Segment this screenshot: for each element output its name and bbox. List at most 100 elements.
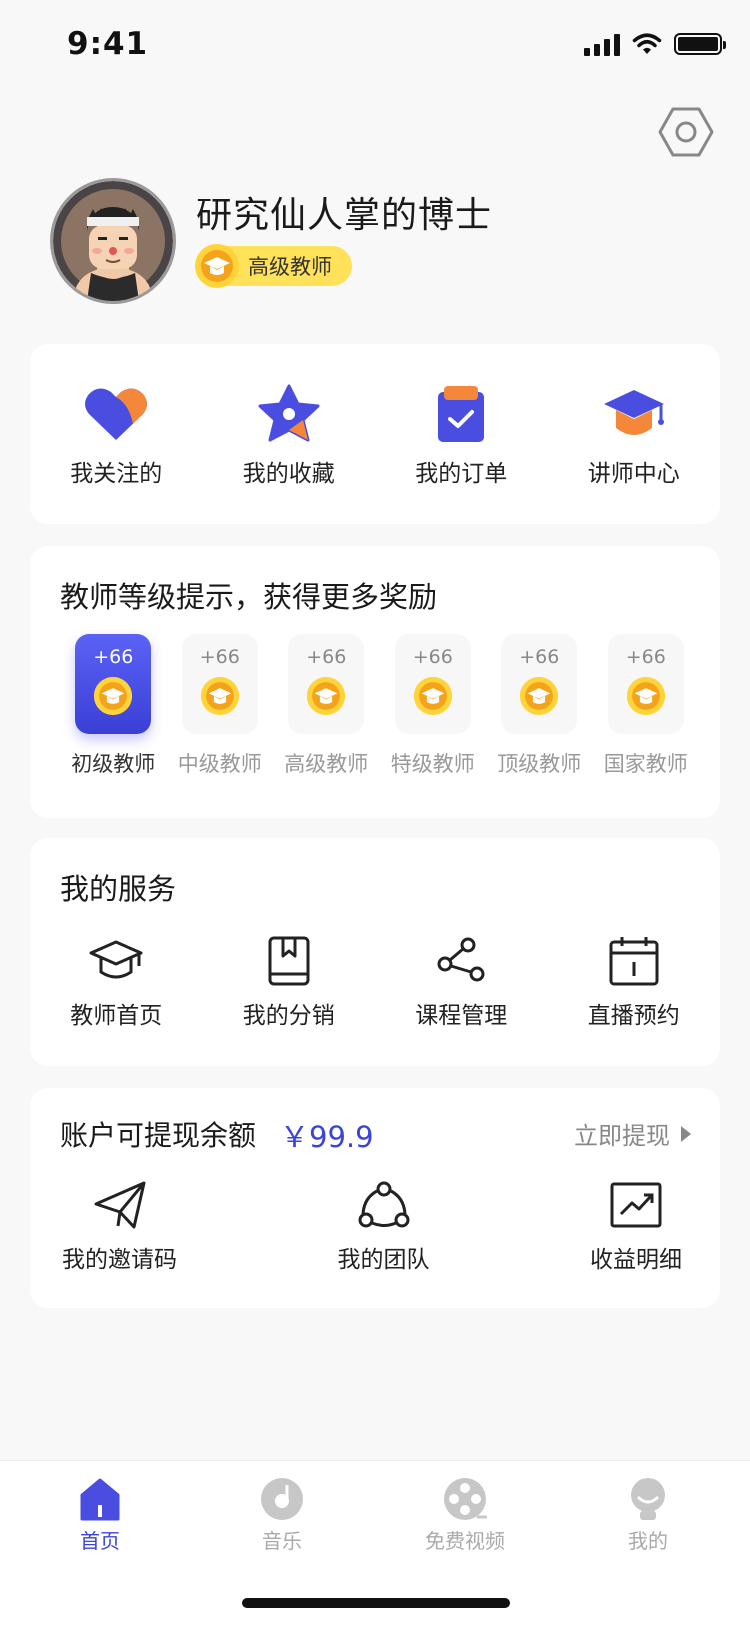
level-item[interactable]: +66 特级教师 xyxy=(380,634,487,778)
service-label: 课程管理 xyxy=(415,1003,508,1029)
teacher-level-badge[interactable]: 高级教师 xyxy=(195,244,352,288)
balance-amount: ￥99.9 xyxy=(280,1120,374,1154)
level-item[interactable]: +66 中级教师 xyxy=(167,634,274,778)
username: 研究仙人掌的博士 xyxy=(196,195,493,236)
film-reel-icon xyxy=(444,1478,487,1520)
trend-chart-icon xyxy=(610,1182,662,1228)
quick-item-favorites[interactable]: 我的收藏 xyxy=(203,384,376,488)
service-distribution[interactable]: 我的分销 xyxy=(203,936,376,1030)
coin-graduation-icon xyxy=(94,676,133,716)
quick-item-lecturer-center[interactable]: 讲师中心 xyxy=(548,384,721,488)
level-name: 中级教师 xyxy=(177,752,262,776)
tab-label: 免费视频 xyxy=(425,1529,505,1553)
account-invite-code[interactable]: 我的邀请码 xyxy=(62,1180,177,1274)
levels-title: 教师等级提示，获得更多奖励 xyxy=(60,580,438,614)
quick-actions-card: 我关注的 我的收藏 我的订单 讲师中心 xyxy=(30,344,720,524)
service-live-booking[interactable]: 直播预约 xyxy=(548,936,721,1030)
coin-graduation-icon xyxy=(307,676,346,716)
mortarboard-outline-icon xyxy=(89,940,143,979)
coin-graduation-icon xyxy=(413,676,452,716)
share-nodes-icon xyxy=(437,937,485,982)
status-time: 9:41 xyxy=(67,26,149,62)
quick-item-label: 我关注的 xyxy=(70,461,163,487)
quick-item-label: 我的订单 xyxy=(415,461,508,487)
home-indicator xyxy=(242,1598,510,1608)
level-box: +66 xyxy=(607,634,684,734)
coin-graduation-icon xyxy=(195,244,239,288)
level-name: 顶级教师 xyxy=(497,752,582,776)
level-bonus: +66 xyxy=(306,646,347,668)
services-title: 我的服务 xyxy=(60,872,177,906)
withdraw-button[interactable]: 立即提现 xyxy=(574,1116,692,1151)
service-label: 教师首页 xyxy=(70,1003,163,1029)
tab-label: 音乐 xyxy=(262,1529,302,1553)
tab-home[interactable]: 首页 xyxy=(40,1477,160,1554)
avatar-illustration xyxy=(53,181,173,301)
music-disc-icon xyxy=(261,1478,303,1520)
teacher-levels-card: 教师等级提示，获得更多奖励 +66 初级教师 +66 中级教师 +66 高级教师… xyxy=(30,546,720,818)
quick-item-following[interactable]: 我关注的 xyxy=(30,384,203,488)
coin-graduation-icon xyxy=(626,676,665,716)
level-box: +66 xyxy=(75,634,152,734)
account-my-team[interactable]: 我的团队 xyxy=(338,1180,430,1274)
clipboard-check-icon xyxy=(438,386,485,442)
coin-graduation-icon xyxy=(520,676,559,716)
level-item[interactable]: +66 初级教师 xyxy=(60,634,167,778)
levels-list: +66 初级教师 +66 中级教师 +66 高级教师 +66 特级教师 +66 … xyxy=(60,634,699,778)
level-box: +66 xyxy=(501,634,578,734)
tab-label: 首页 xyxy=(80,1529,120,1553)
calendar-icon xyxy=(609,937,659,986)
tab-free-video[interactable]: 免费视频 xyxy=(405,1477,525,1554)
tab-label: 我的 xyxy=(628,1529,668,1553)
level-box: +66 xyxy=(394,634,471,734)
level-name: 初级教师 xyxy=(71,752,156,776)
cellular-signal-icon xyxy=(584,32,620,56)
battery-icon xyxy=(674,33,726,55)
level-item[interactable]: +66 顶级教师 xyxy=(486,634,593,778)
account-item-label: 我的团队 xyxy=(337,1247,430,1273)
teacher-level-label: 高级教师 xyxy=(248,255,332,279)
level-name: 国家教师 xyxy=(603,752,688,776)
settings-hexagon-icon[interactable] xyxy=(658,104,714,160)
level-box: +66 xyxy=(288,634,365,734)
coin-graduation-icon xyxy=(200,676,239,716)
account-card: 账户可提现余额 ￥99.9 立即提现 我的邀请码 我的团队 收益明细 xyxy=(30,1088,720,1308)
balance-label: 账户可提现余额 xyxy=(60,1119,257,1152)
heart-icon xyxy=(85,388,148,440)
level-item[interactable]: +66 高级教师 xyxy=(273,634,380,778)
status-bar: 9:41 xyxy=(0,0,750,90)
account-earnings-detail[interactable]: 收益明细 xyxy=(590,1180,682,1274)
withdraw-label: 立即提现 xyxy=(574,1122,670,1150)
level-box: +66 xyxy=(181,634,258,734)
caret-right-icon xyxy=(681,1125,691,1142)
level-bonus: +66 xyxy=(93,646,134,668)
service-teacher-home[interactable]: 教师首页 xyxy=(30,936,203,1030)
level-bonus: +66 xyxy=(519,646,560,668)
tab-mine[interactable]: 我的 xyxy=(588,1477,708,1554)
avatar[interactable] xyxy=(50,178,176,304)
level-bonus: +66 xyxy=(625,646,666,668)
level-bonus: +66 xyxy=(412,646,453,668)
wifi-icon xyxy=(632,33,662,54)
account-item-label: 我的邀请码 xyxy=(62,1247,177,1273)
level-name: 特级教师 xyxy=(390,752,475,776)
team-network-icon xyxy=(358,1181,409,1228)
level-bonus: +66 xyxy=(199,646,240,668)
service-course-management[interactable]: 课程管理 xyxy=(375,936,548,1030)
quick-item-orders[interactable]: 我的订单 xyxy=(375,384,548,488)
user-icon xyxy=(631,1478,665,1520)
book-outline-icon xyxy=(268,936,310,986)
service-label: 直播预约 xyxy=(587,1003,680,1029)
paper-plane-icon xyxy=(94,1181,145,1229)
account-item-label: 收益明细 xyxy=(590,1247,682,1273)
status-icons xyxy=(584,32,726,56)
level-item[interactable]: +66 国家教师 xyxy=(593,634,700,778)
star-icon xyxy=(258,384,320,442)
services-card: 我的服务 教师首页 我的分销 课程管理 直播预约 xyxy=(30,838,720,1066)
service-label: 我的分销 xyxy=(242,1003,335,1029)
quick-item-label: 讲师中心 xyxy=(587,461,680,487)
quick-item-label: 我的收藏 xyxy=(242,461,335,487)
graduation-cap-icon xyxy=(603,390,664,435)
home-icon xyxy=(80,1478,120,1521)
tab-music[interactable]: 音乐 xyxy=(222,1477,342,1554)
